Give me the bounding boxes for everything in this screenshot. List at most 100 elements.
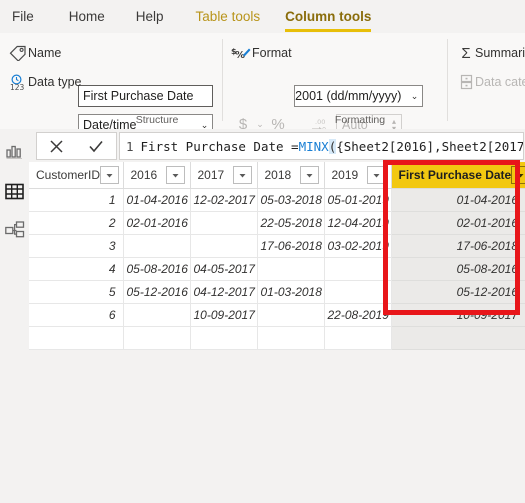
data-category-row[interactable]: Data categ <box>457 71 525 93</box>
table-row[interactable]: 2 02-01-2016 22-05-2018 12-04-2019 02-01… <box>29 211 525 235</box>
formula-line-number: 1 <box>126 138 134 154</box>
cell-first-purchase-date[interactable]: 10-09-2017 <box>391 303 525 327</box>
cell-customerid[interactable]: 6 <box>29 303 124 327</box>
cell-2016[interactable] <box>123 303 191 327</box>
ribbon-tab-table-tools[interactable]: Table tools <box>196 0 261 33</box>
cell-first-purchase-date[interactable]: 02-01-2016 <box>391 211 525 235</box>
cell-2018[interactable]: 01-03-2018 <box>257 280 325 304</box>
cell-customerid[interactable]: 4 <box>29 257 124 281</box>
table-header-row: CustomerID 2016 2017 2018 2019 First Pur… <box>29 162 525 189</box>
cell-first-purchase-date[interactable]: 05-08-2016 <box>391 257 525 281</box>
cell-2016[interactable]: 02-01-2016 <box>123 211 191 235</box>
table-row[interactable]: 1 01-04-2016 12-02-2017 05-03-2018 05-01… <box>29 188 525 212</box>
cell-2017[interactable]: 04-05-2017 <box>190 257 258 281</box>
cell-first-purchase-date[interactable]: 01-04-2016 <box>391 188 525 212</box>
group-separator-2 <box>447 39 448 121</box>
format-row: $% Format <box>230 42 292 64</box>
cell-2019[interactable]: 22-08-2019 <box>324 303 392 327</box>
commit-formula-button[interactable] <box>81 134 111 158</box>
table-row-empty[interactable] <box>29 326 525 350</box>
filter-dropdown-icon[interactable] <box>232 166 252 184</box>
ribbon-tab-home[interactable]: Home <box>69 0 105 33</box>
cell-2019[interactable]: 03-02-2019 <box>324 234 392 258</box>
cell-2018[interactable]: 05-03-2018 <box>257 188 325 212</box>
cell-customerid[interactable]: 5 <box>29 280 124 304</box>
table-row[interactable]: 6 10-09-2017 22-08-2019 10-09-2017 <box>29 303 525 327</box>
cell-2016[interactable] <box>123 326 191 350</box>
cell-2019[interactable] <box>324 280 392 304</box>
column-header-2018[interactable]: 2018 <box>257 162 325 189</box>
sidebar-item-model-view[interactable] <box>0 213 29 247</box>
cell-2019[interactable] <box>324 257 392 281</box>
group-label-formatting: Formatting <box>334 114 386 126</box>
cell-2018[interactable] <box>257 257 325 281</box>
column-header-2017[interactable]: 2017 <box>190 162 258 189</box>
ribbon-tab-help[interactable]: Help <box>136 0 164 33</box>
column-header-customerid[interactable]: CustomerID <box>29 162 124 189</box>
filter-dropdown-icon[interactable] <box>100 166 120 184</box>
cell-2017[interactable] <box>190 234 258 258</box>
cell-2016[interactable]: 05-08-2016 <box>123 257 191 281</box>
close-icon <box>50 139 63 153</box>
table-row[interactable]: 5 05-12-2016 04-12-2017 01-03-2018 05-12… <box>29 280 525 304</box>
ribbon-tab-home-label: Home <box>68 9 105 24</box>
cell-first-purchase-date[interactable]: 05-12-2016 <box>391 280 525 304</box>
cell-2019[interactable]: 12-04-2019 <box>324 211 392 235</box>
sidebar-item-data-view[interactable] <box>0 174 29 208</box>
cell-first-purchase-date[interactable] <box>391 326 525 350</box>
column-header-2016[interactable]: 2016 <box>123 162 191 189</box>
ribbon-tab-table-tools-label: Table tools <box>195 9 261 24</box>
ribbon-content: Name First Purchase Date 123 Data type D… <box>0 33 525 136</box>
data-type-label: Data type <box>28 75 82 89</box>
power-bi-desktop-window: File Home Help Table tools Column tools … <box>0 0 525 503</box>
formula-open-paren: ( <box>328 138 337 154</box>
filter-dropdown-icon[interactable] <box>299 166 319 184</box>
cell-2018[interactable] <box>257 326 325 350</box>
cell-2016[interactable] <box>123 234 191 258</box>
cell-2017[interactable] <box>190 211 258 235</box>
summarize-label: Summariz <box>475 46 525 60</box>
column-header-first-purchase-date[interactable]: First Purchase Date <box>391 162 525 189</box>
cell-2017[interactable]: 12-02-2017 <box>190 188 258 212</box>
data-category-label: Data categ <box>475 75 525 89</box>
filter-dropdown-icon[interactable] <box>165 166 185 184</box>
table-row[interactable]: 4 05-08-2016 04-05-2017 05-08-2016 <box>29 257 525 281</box>
column-header-2019[interactable]: 2019 <box>324 162 392 189</box>
cell-2017[interactable] <box>190 326 258 350</box>
cell-2017[interactable]: 04-12-2017 <box>190 280 258 304</box>
ribbon-tab-column-tools[interactable]: Column tools <box>285 0 372 33</box>
table-row[interactable]: 3 17-06-2018 03-02-2019 17-06-2018 <box>29 234 525 258</box>
filter-dropdown-icon[interactable] <box>366 166 386 184</box>
cell-2019[interactable]: 05-01-2019 <box>324 188 392 212</box>
relationship-icon <box>4 221 25 239</box>
cell-2018[interactable]: 22-05-2018 <box>257 211 325 235</box>
dax-formula-input[interactable]: 1 First Purchase Date = MINX({Sheet2[201… <box>119 132 524 160</box>
summarize-row[interactable]: Σ Summariz <box>457 42 525 64</box>
cell-2018[interactable]: 17-06-2018 <box>257 234 325 258</box>
cell-2018[interactable] <box>257 303 325 327</box>
format-value: -2001 (dd/mm/yyyy) <box>294 89 402 103</box>
cell-first-purchase-date[interactable]: 17-06-2018 <box>391 234 525 258</box>
cell-2017[interactable]: 10-09-2017 <box>190 303 258 327</box>
data-type-row: 123 Data type <box>8 71 82 93</box>
cancel-formula-button[interactable] <box>42 134 72 158</box>
bar-chart-icon <box>6 144 23 160</box>
column-name-value: First Purchase Date <box>83 89 194 103</box>
datatype-123-icon: 123 <box>8 73 28 91</box>
column-header-label: 2017 <box>197 168 225 182</box>
data-table: CustomerID 2016 2017 2018 2019 First Pur… <box>29 162 525 350</box>
sidebar-item-report-view[interactable] <box>0 135 29 169</box>
cell-2019[interactable] <box>324 326 392 350</box>
cell-customerid[interactable]: 2 <box>29 211 124 235</box>
filter-dropdown-icon[interactable] <box>511 166 525 184</box>
ribbon-tab-file[interactable]: File <box>12 0 34 33</box>
cell-2016[interactable]: 05-12-2016 <box>123 280 191 304</box>
cell-customerid[interactable]: 3 <box>29 234 124 258</box>
format-dropdown[interactable]: -2001 (dd/mm/yyyy) ⌄ <box>294 85 423 107</box>
sigma-icon: Σ <box>461 44 471 62</box>
column-name-input[interactable]: First Purchase Date <box>78 85 213 107</box>
cell-2016[interactable]: 01-04-2016 <box>123 188 191 212</box>
cell-customerid[interactable]: 1 <box>29 188 124 212</box>
data-grid: CustomerID 2016 2017 2018 2019 First Pur… <box>29 162 525 503</box>
cell-customerid[interactable] <box>29 326 124 350</box>
